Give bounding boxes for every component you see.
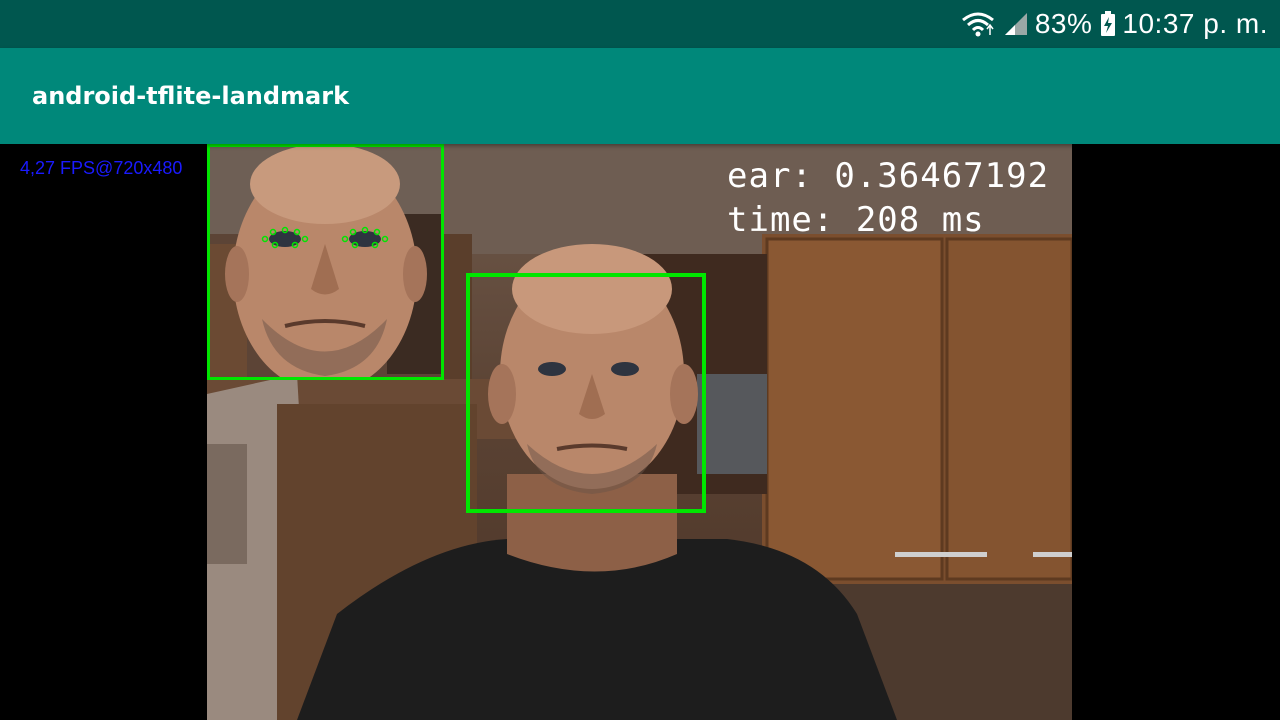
ear-value-label: ear: 0.36467192 <box>727 156 1050 196</box>
signal-icon <box>1003 11 1029 37</box>
clock: 10:37 p. m. <box>1122 8 1268 39</box>
inference-time-label: time: 208 ms <box>727 200 985 240</box>
battery-charging-icon <box>1100 11 1116 37</box>
status-bar: 83% 10:37 p. m. <box>0 0 1280 48</box>
app-title: android-tflite-landmark <box>32 82 350 110</box>
fps-label: 4,27 FPS@720x480 <box>20 158 183 178</box>
face-crop-inset <box>207 144 444 380</box>
app-bar: android-tflite-landmark <box>0 48 1280 144</box>
camera-viewport: 4,27 FPS@720x480 ear: 0.36467192 time: 2… <box>0 144 1280 720</box>
face-detection-box <box>466 273 706 513</box>
camera-preview: ear: 0.36467192 time: 208 ms <box>207 144 1072 720</box>
battery-percent: 83% <box>1034 8 1093 39</box>
wifi-icon <box>961 11 995 37</box>
